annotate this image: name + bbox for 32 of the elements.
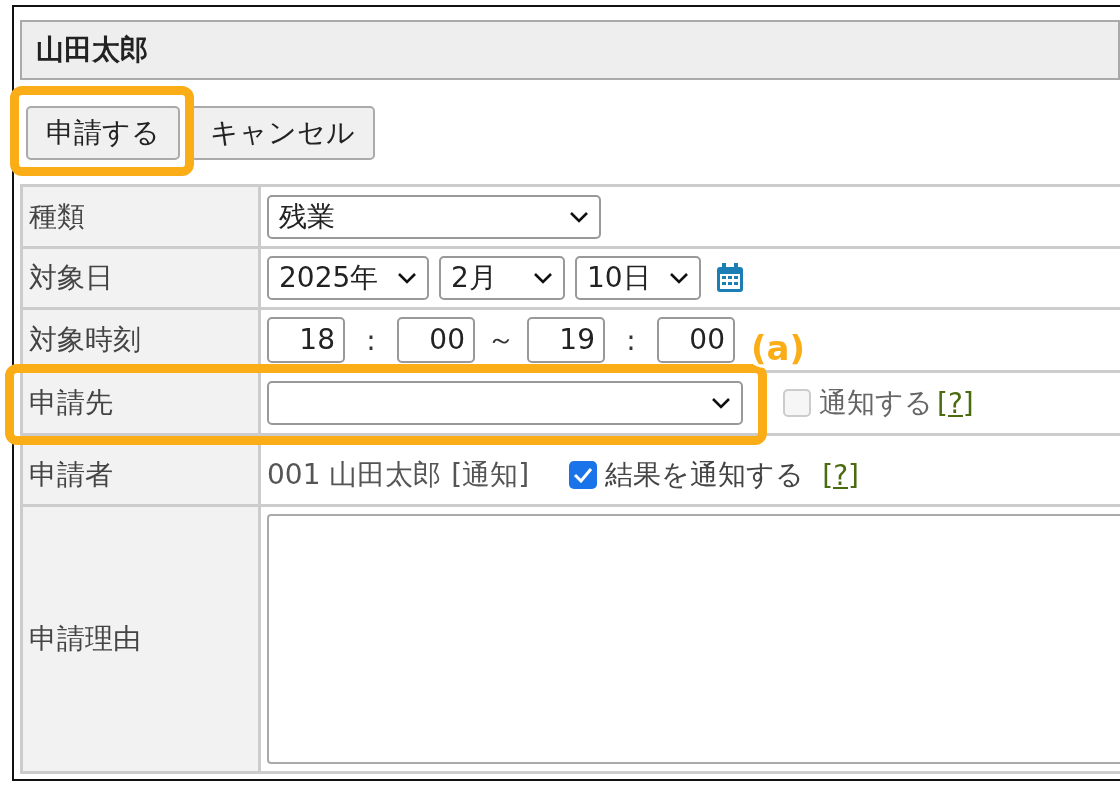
- checkbox-label: 結果を通知する: [605, 457, 805, 493]
- apply-button[interactable]: 申請する: [26, 106, 180, 160]
- time-separator: :: [365, 323, 377, 357]
- dropdown[interactable]: 2月: [439, 256, 565, 300]
- dropdown[interactable]: 2025年: [267, 256, 429, 300]
- notify-link[interactable]: [通知]: [451, 456, 530, 494]
- help-link[interactable]: [?]: [822, 458, 859, 492]
- field-label: 申請理由: [21, 505, 260, 773]
- chevron-down-icon: [669, 272, 689, 284]
- user-name: 山田太郎: [36, 32, 148, 68]
- time-field[interactable]: 00: [397, 317, 475, 363]
- chevron-down-icon: [569, 210, 589, 223]
- time-field[interactable]: 18: [267, 317, 345, 363]
- dropdown[interactable]: 10日: [575, 256, 701, 300]
- field-label: 対象日: [21, 247, 260, 309]
- applicant-name: 001 山田太郎: [267, 457, 442, 493]
- dropdown[interactable]: 残業: [267, 194, 601, 239]
- field-label: 申請先: [21, 371, 260, 435]
- field-label: 種類: [21, 185, 260, 248]
- help-link[interactable]: [?]: [937, 386, 974, 420]
- checkbox-label: 通知する: [819, 385, 933, 421]
- time-field[interactable]: 19: [527, 317, 605, 363]
- chevron-down-icon: [397, 272, 417, 284]
- chevron-down-icon: [711, 397, 731, 409]
- dropdown[interactable]: [267, 381, 743, 425]
- check-icon: [573, 467, 594, 483]
- time-separator: :: [625, 323, 637, 357]
- chevron-down-icon: [533, 272, 553, 284]
- checkbox[interactable]: [569, 461, 598, 489]
- time-field[interactable]: 00: [657, 317, 735, 363]
- time-separator: ～: [486, 322, 516, 358]
- calendar-icon[interactable]: [715, 262, 745, 294]
